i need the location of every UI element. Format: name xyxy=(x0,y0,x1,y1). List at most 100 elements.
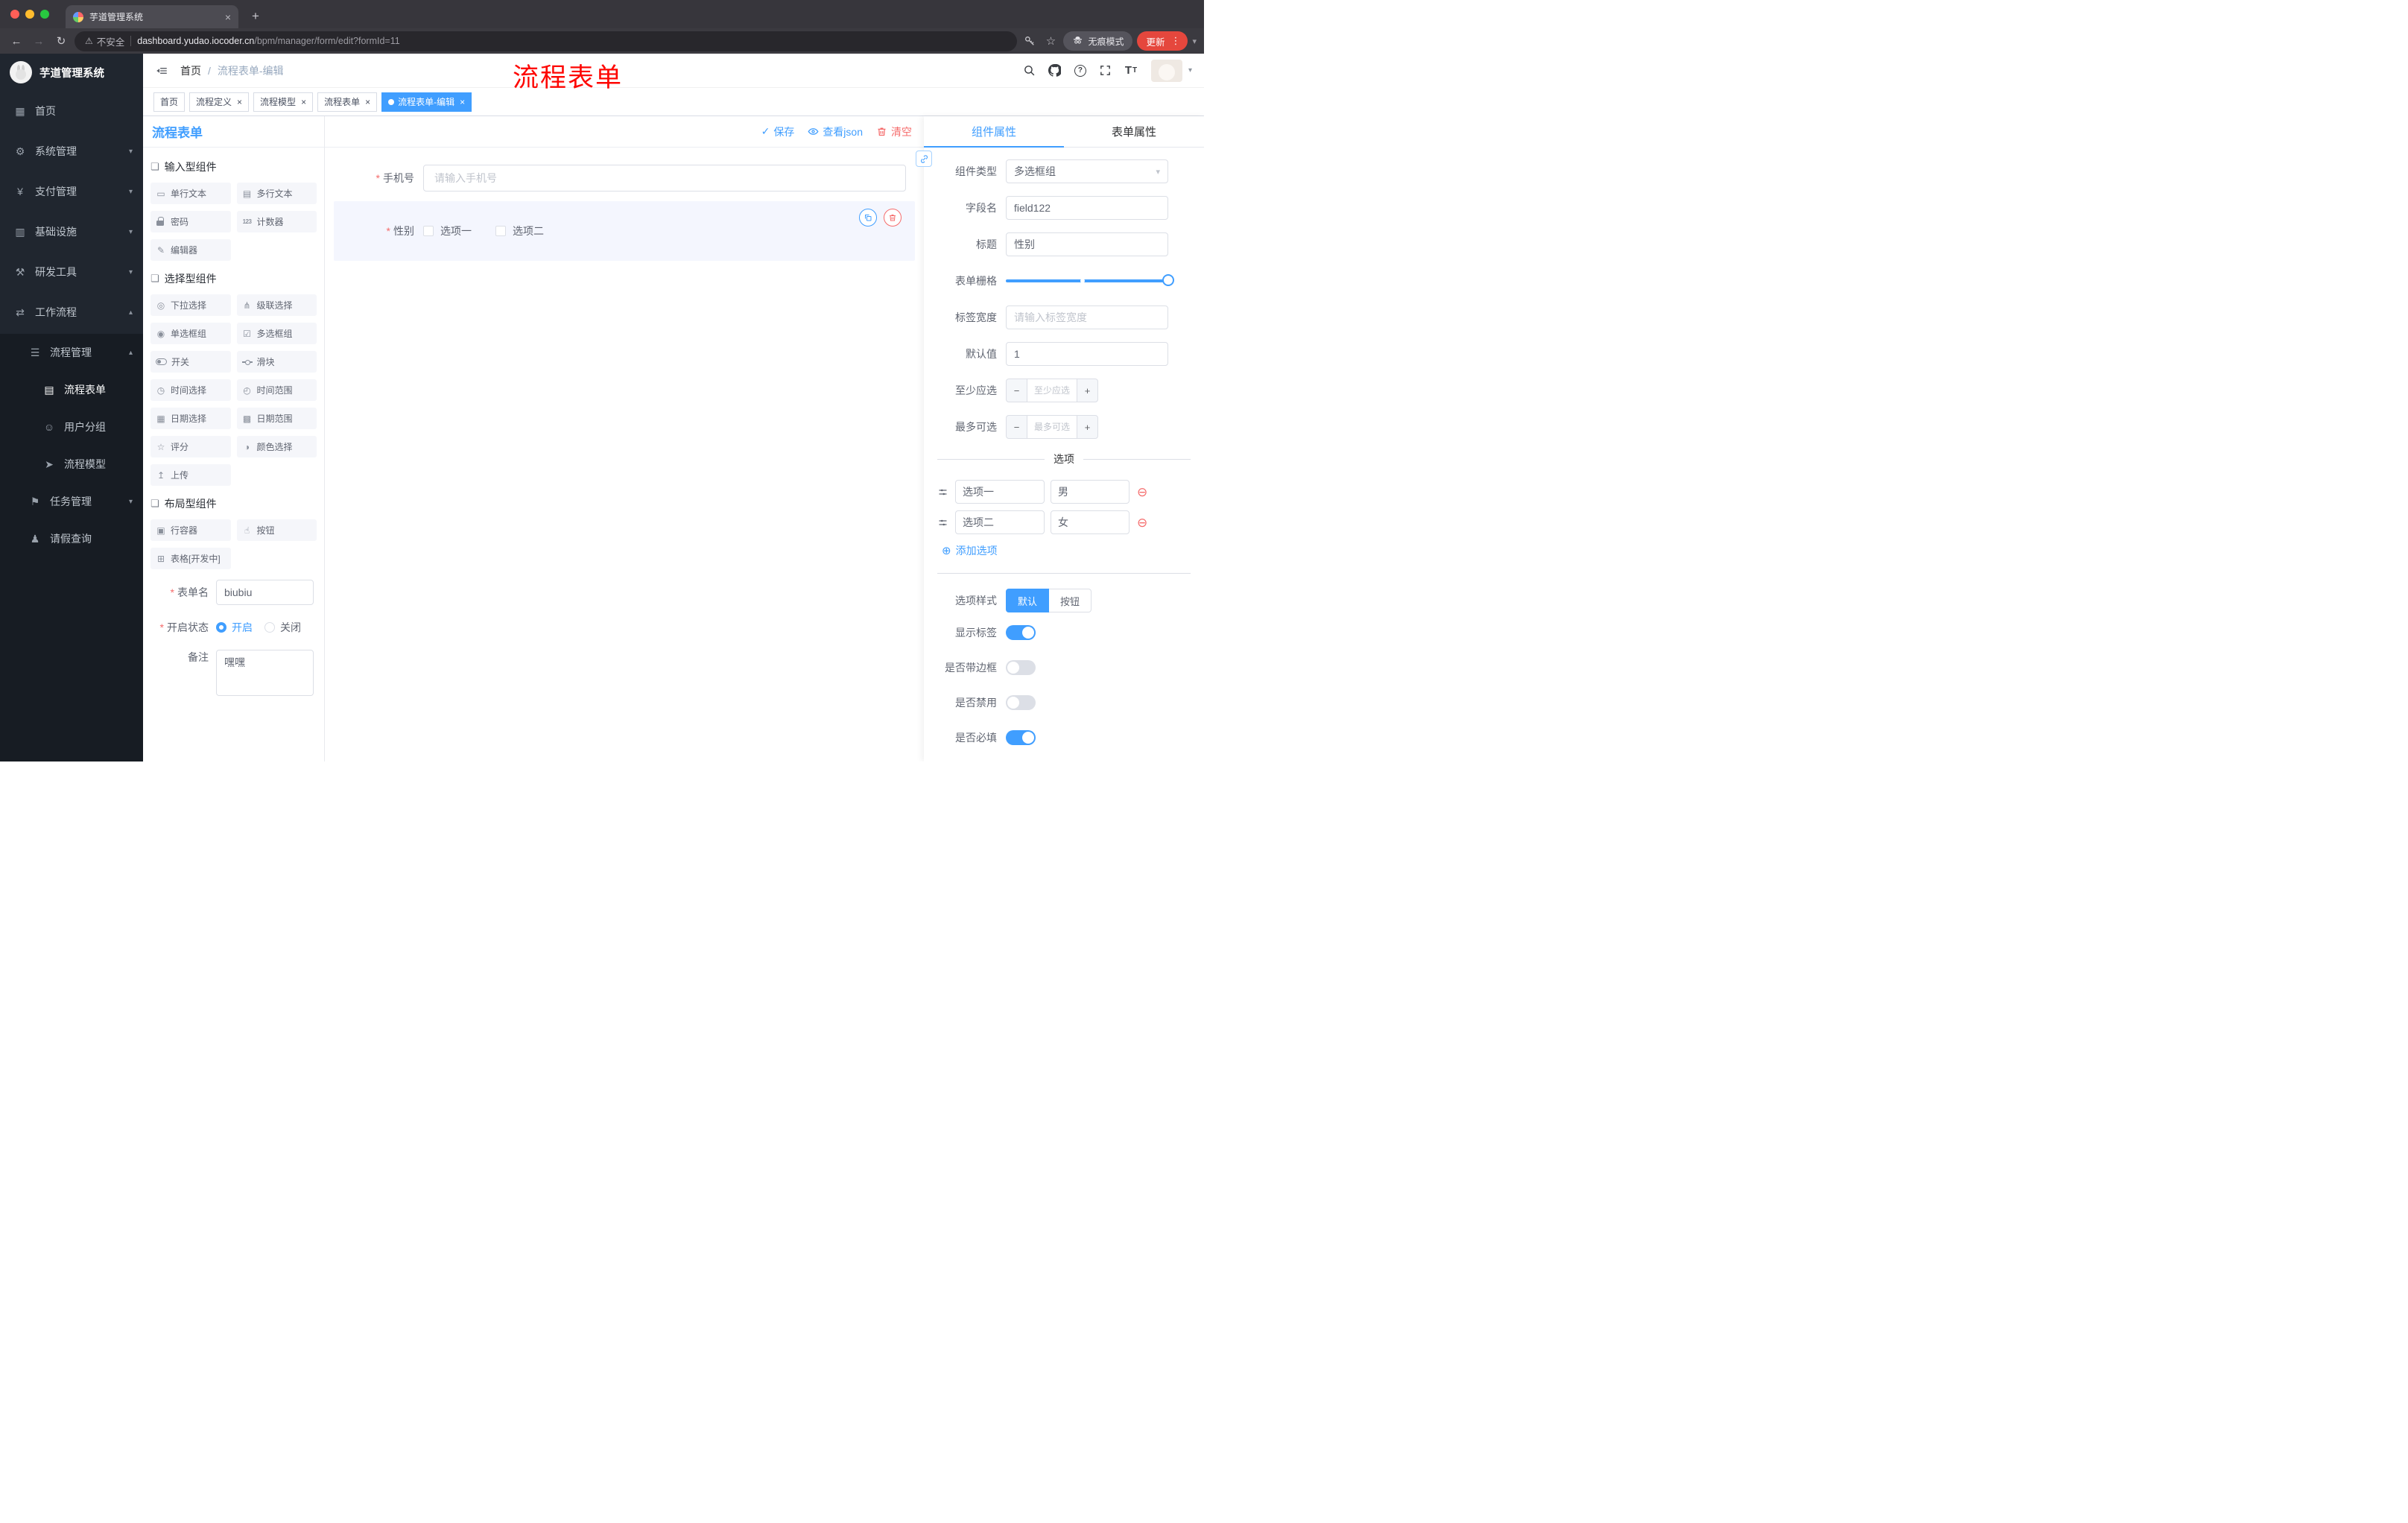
view-json-button[interactable]: 查看json xyxy=(808,124,863,139)
tab-process-form[interactable]: 流程表单 × xyxy=(317,92,378,112)
delete-component-button[interactable] xyxy=(884,209,902,227)
grid-slider[interactable] xyxy=(1006,269,1174,293)
copy-component-button[interactable] xyxy=(859,209,877,227)
increase-button[interactable]: + xyxy=(1077,379,1098,402)
palette-item-table[interactable]: ⊞ 表格[开发中] xyxy=(150,548,231,569)
checkbox[interactable] xyxy=(423,226,434,236)
close-tab-icon[interactable]: × xyxy=(225,11,231,23)
url-bar[interactable]: ⚠ 不安全 dashboard.yudao.iocoder.cn/bpm/man… xyxy=(75,31,1018,51)
checkbox[interactable] xyxy=(495,226,506,236)
link-icon[interactable] xyxy=(916,151,932,167)
search-icon[interactable] xyxy=(1020,61,1039,80)
palette-item-radio-group[interactable]: ◉ 单选框组 xyxy=(150,323,231,344)
palette-item-upload[interactable]: ↥ 上传 xyxy=(150,464,231,486)
increase-button[interactable]: + xyxy=(1077,415,1098,439)
kebab-menu-icon[interactable]: ⋮ xyxy=(1170,35,1180,47)
palette-item-editor[interactable]: ✎ 编辑器 xyxy=(150,239,231,261)
password-key-icon[interactable] xyxy=(1021,35,1038,47)
tab-process-form-edit[interactable]: 流程表单-编辑 × xyxy=(381,92,472,112)
palette-item-multi-text[interactable]: ▤ 多行文本 xyxy=(236,183,317,204)
palette-item-password[interactable]: 密码 xyxy=(150,211,231,232)
drag-handle-icon[interactable] xyxy=(937,517,949,528)
option-label-input[interactable] xyxy=(955,510,1045,534)
font-size-icon[interactable]: TT xyxy=(1121,61,1141,80)
border-switch[interactable] xyxy=(1006,660,1036,675)
sidebar-item-leave-query[interactable]: ♟ 请假查询 xyxy=(0,520,143,557)
palette-item-time-picker[interactable]: ◷ 时间选择 xyxy=(150,379,231,401)
palette-item-color-picker[interactable]: ◑ 颜色选择 xyxy=(236,436,317,457)
zoom-window-button[interactable] xyxy=(40,10,49,19)
default-value-input[interactable] xyxy=(1006,342,1168,366)
fullscreen-icon[interactable] xyxy=(1096,61,1115,80)
canvas-field-phone[interactable]: 手机号 xyxy=(334,158,915,198)
option-label-input[interactable] xyxy=(955,480,1045,504)
clear-button[interactable]: 清空 xyxy=(876,124,912,139)
reload-icon[interactable]: ↻ xyxy=(52,32,70,50)
sidebar-item-process-form[interactable]: ▤ 流程表单 xyxy=(0,371,143,408)
slider-knob[interactable] xyxy=(1162,274,1174,286)
add-option-button[interactable]: ⊕ 添加选项 xyxy=(942,543,1191,558)
radio-off-label[interactable]: 关闭 xyxy=(280,620,301,635)
sidebar-item-workflow[interactable]: ⇄ 工作流程 ▴ xyxy=(0,292,143,332)
tab-process-definition[interactable]: 流程定义 × xyxy=(189,92,250,112)
sidebar-item-payment[interactable]: ¥ 支付管理 ▾ xyxy=(0,171,143,212)
radio-off[interactable] xyxy=(264,622,275,633)
new-tab-button[interactable]: + xyxy=(246,9,265,24)
tab-process-model[interactable]: 流程模型 × xyxy=(253,92,314,112)
sidebar-item-process-model[interactable]: ➤ 流程模型 xyxy=(0,446,143,483)
sidebar-item-user-groups[interactable]: ☺ 用户分组 xyxy=(0,408,143,446)
title-input[interactable] xyxy=(1006,232,1168,256)
avatar[interactable] xyxy=(1150,59,1182,82)
palette-item-switch[interactable]: 开关 xyxy=(150,351,231,373)
sidebar-item-system[interactable]: ⚙ 系统管理 ▾ xyxy=(0,131,143,171)
sidebar-item-home[interactable]: ▦ 首页 xyxy=(0,91,143,131)
option-value-input[interactable] xyxy=(1051,480,1129,504)
show-label-switch[interactable] xyxy=(1006,625,1036,640)
palette-item-time-range[interactable]: ◴ 时间范围 xyxy=(236,379,317,401)
radio-on-label[interactable]: 开启 xyxy=(232,620,253,635)
decrease-button[interactable]: − xyxy=(1006,415,1027,439)
drag-handle-icon[interactable] xyxy=(937,487,949,498)
palette-item-row-container[interactable]: ▣ 行容器 xyxy=(150,519,231,541)
palette-item-single-text[interactable]: ▭ 单行文本 xyxy=(150,183,231,204)
help-icon[interactable]: ? xyxy=(1071,61,1090,80)
palette-item-button[interactable]: ☝ 按钮 xyxy=(236,519,317,541)
palette-item-counter[interactable]: 123 计数器 xyxy=(236,211,317,232)
remove-option-icon[interactable]: ⊖ xyxy=(1137,516,1147,529)
canvas-field-gender[interactable]: 性别 选项一 选项二 xyxy=(334,201,915,261)
remove-option-icon[interactable]: ⊖ xyxy=(1137,486,1147,498)
required-switch[interactable] xyxy=(1006,730,1036,745)
hamburger-icon[interactable] xyxy=(143,54,180,87)
palette-item-date-picker[interactable]: ▦ 日期选择 xyxy=(150,408,231,429)
browser-tab[interactable]: 芋道管理系统 × xyxy=(66,5,238,28)
forward-icon[interactable]: → xyxy=(30,32,48,50)
style-button-button[interactable]: 按钮 xyxy=(1049,589,1092,612)
close-icon[interactable]: × xyxy=(365,97,370,107)
palette-item-slider[interactable]: 滑块 xyxy=(236,351,317,373)
style-default-button[interactable]: 默认 xyxy=(1006,589,1050,612)
max-select-input[interactable] xyxy=(1027,415,1077,439)
decrease-button[interactable]: − xyxy=(1006,379,1027,402)
phone-input[interactable] xyxy=(423,165,906,191)
sidebar-item-infrastructure[interactable]: ▥ 基础设施 ▾ xyxy=(0,212,143,252)
close-icon[interactable]: × xyxy=(460,97,465,107)
tab-component-props[interactable]: 组件属性 xyxy=(924,116,1064,148)
palette-item-select[interactable]: ◎ 下拉选择 xyxy=(150,294,231,316)
sidebar-item-task-management[interactable]: ⚑ 任务管理 ▾ xyxy=(0,483,143,520)
checkbox-label[interactable]: 选项一 xyxy=(440,224,472,238)
breadcrumb-home[interactable]: 首页 xyxy=(180,63,201,78)
github-icon[interactable] xyxy=(1045,61,1065,80)
option-value-input[interactable] xyxy=(1051,510,1129,534)
palette-item-checkbox-group[interactable]: ☑ 多选框组 xyxy=(236,323,317,344)
palette-item-cascader[interactable]: ⋔ 级联选择 xyxy=(236,294,317,316)
remark-textarea[interactable]: 嘿嘿 xyxy=(216,650,314,696)
tab-form-props[interactable]: 表单属性 xyxy=(1064,116,1204,147)
security-label[interactable]: 不安全 xyxy=(97,34,125,48)
bookmark-star-icon[interactable]: ☆ xyxy=(1042,34,1059,48)
save-button[interactable]: ✓ 保存 xyxy=(761,124,795,139)
sidebar-item-devtools[interactable]: ⚒ 研发工具 ▾ xyxy=(0,252,143,292)
sidebar-item-process-management[interactable]: ☰ 流程管理 ▴ xyxy=(0,334,143,371)
palette-item-rate[interactable]: ☆ 评分 xyxy=(150,436,231,457)
close-icon[interactable]: × xyxy=(237,97,242,107)
minimize-window-button[interactable] xyxy=(25,10,34,19)
